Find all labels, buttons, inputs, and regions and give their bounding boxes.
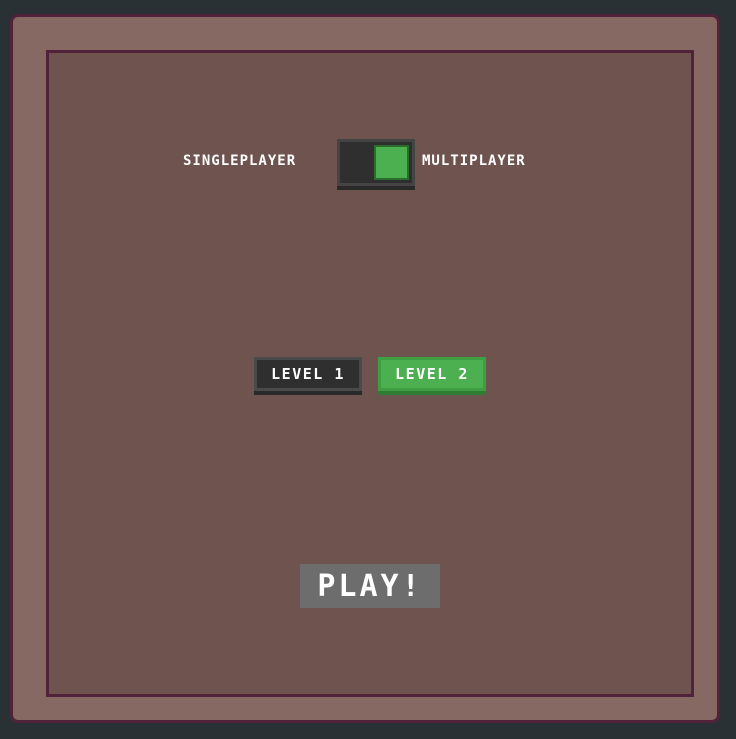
level-2-label: LEVEL 2: [395, 365, 469, 383]
mode-toggle[interactable]: [337, 139, 415, 191]
level-1-shadow: [254, 391, 362, 395]
toggle-knob: [374, 145, 409, 180]
level-2-shadow: [378, 391, 486, 395]
toggle-shadow: [337, 186, 415, 190]
multiplayer-label: MULTIPLAYER: [422, 153, 526, 169]
level-1-label: LEVEL 1: [271, 365, 345, 383]
play-button[interactable]: PLAY!: [300, 564, 440, 608]
level-1-button[interactable]: LEVEL 1: [254, 357, 362, 396]
level-2-button[interactable]: LEVEL 2: [378, 357, 486, 396]
level-1-face: LEVEL 1: [254, 357, 362, 391]
singleplayer-label: SINGLEPLAYER: [183, 153, 297, 169]
mode-select-row: SINGLEPLAYER MULTIPLAYER: [0, 139, 736, 191]
play-button-label: PLAY!: [317, 568, 423, 604]
level-2-face: LEVEL 2: [378, 357, 486, 391]
